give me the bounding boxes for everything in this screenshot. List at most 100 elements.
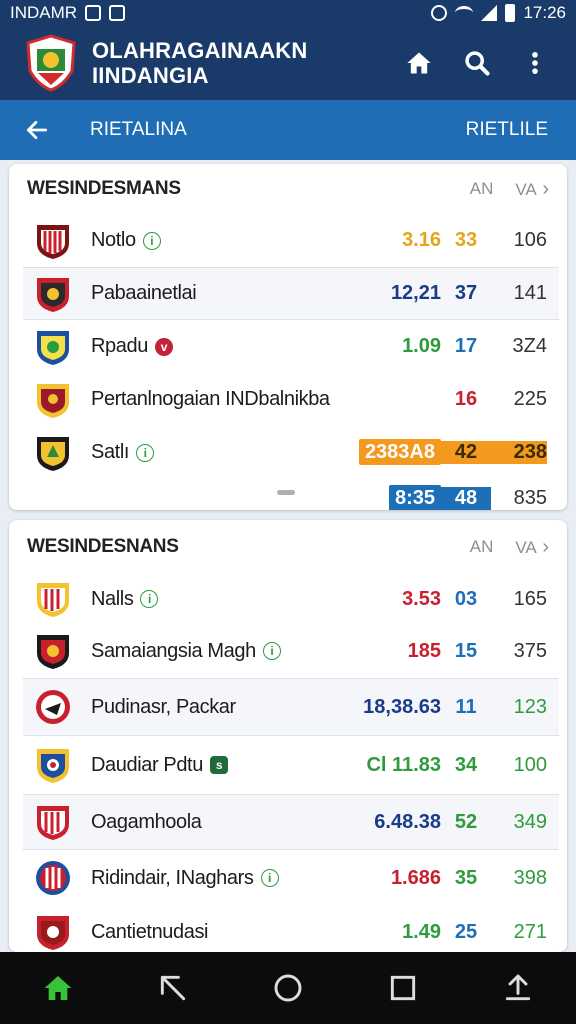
team-crest-icon <box>35 631 71 671</box>
info-icon[interactable]: i <box>142 231 161 250</box>
nav-share-button[interactable] <box>490 960 546 1016</box>
value-1: 6.48.38 <box>374 810 441 833</box>
alarm-icon <box>431 5 448 21</box>
team-name: Cantietnudasi <box>91 920 209 943</box>
info-icon[interactable]: i <box>260 869 279 887</box>
value-2: 17 <box>454 335 478 357</box>
team-name: Pudinasr, Packar <box>91 695 236 718</box>
table-row[interactable]: Daudiar Pdtu s Cl 11.83 34 100 <box>9 736 567 794</box>
back-gesture-icon <box>160 975 185 1001</box>
value-2: 33 <box>454 229 478 251</box>
value-2: 37 <box>454 282 478 304</box>
app-header: OLAHRAGAINAAKN IINDANGIA <box>0 26 576 100</box>
value-1: 12,21 <box>390 282 441 304</box>
drag-handle[interactable] <box>277 490 295 495</box>
table-row[interactable]: Pudinasr, Packar 18,38.63 11 123 <box>23 678 559 736</box>
column-header-va[interactable]: VA <box>515 178 549 201</box>
signal-icon <box>481 5 498 21</box>
value-3: 225 <box>513 388 547 410</box>
column-header-an: AN <box>469 179 494 198</box>
value-2: 11 <box>455 695 477 718</box>
table-row[interactable]: Pabaainetlai 12,21 37 141 <box>23 267 559 320</box>
team-name: Pabaainetlai <box>91 282 197 304</box>
value-3: 375 <box>513 639 547 662</box>
value-2: 52 <box>454 810 478 833</box>
value-1: 185 <box>407 639 441 662</box>
clock: 17:26 <box>523 3 566 22</box>
more-options-button[interactable] <box>512 40 558 86</box>
image-icon <box>109 5 126 21</box>
table-row[interactable]: Samaiangsia Magh i 185 15 375 <box>9 624 567 678</box>
home-circle-icon <box>274 974 302 1002</box>
team-name: Satlı i <box>91 441 359 464</box>
column-header-va[interactable]: VA <box>515 536 549 559</box>
info-icon[interactable]: i <box>262 642 281 660</box>
table-row[interactable]: Pertanlnogaian INDbalnikba 16 225 <box>9 373 567 426</box>
subheader-left-label: RIETALINA <box>90 119 187 140</box>
info-icon[interactable]: i <box>140 590 159 608</box>
table-row[interactable]: Nalls i 3.53 03 165 <box>9 574 567 624</box>
team-crest-icon <box>35 221 71 261</box>
highlight-pill: 8:35 <box>388 484 441 510</box>
team-crest-icon <box>35 327 71 367</box>
home-button[interactable] <box>396 40 442 86</box>
table-row[interactable]: Oagamhoola 6.48.38 52 349 <box>23 794 559 850</box>
subheader-right-label[interactable]: RIETLILE <box>466 119 548 141</box>
bottom-navigation <box>0 952 576 1024</box>
more-vertical-icon <box>532 52 538 74</box>
team-crest-icon <box>35 745 71 785</box>
table-row[interactable]: Cantietnudasi 1.49 25 271 <box>9 906 567 952</box>
standings-card-2: WESINDESNANS AN VA Nallsi 3.53 03 165 Sa… <box>9 520 567 952</box>
back-button[interactable] <box>22 115 52 145</box>
table-row[interactable]: Notlo i 3.16 33 106 <box>9 214 567 267</box>
team-name: Ridindair, INaghars i <box>91 867 361 890</box>
app-logo-icon <box>24 33 78 93</box>
value-1: 3.53 <box>402 587 441 610</box>
value-3: 271 <box>513 920 547 943</box>
value-3: 106 <box>513 229 547 251</box>
battery-icon <box>505 4 516 22</box>
value-1: 1.49 <box>402 920 441 943</box>
info-icon[interactable]: i <box>136 443 155 462</box>
share-icon <box>506 974 531 1001</box>
column-header-an: AN <box>469 537 494 556</box>
team-name: Notlo i <box>91 229 361 252</box>
status-icon[interactable]: s <box>209 756 228 774</box>
table-row[interactable]: Rpadu v 1.09 17 3Z4 <box>9 320 567 373</box>
value-3: 141 <box>513 282 547 304</box>
verified-icon[interactable]: v <box>154 337 173 356</box>
team-crest-icon <box>35 802 71 842</box>
value-2: 34 <box>454 753 478 776</box>
team-name: Oagamhoola <box>91 810 202 833</box>
team-crest-icon <box>35 579 71 619</box>
table-row[interactable]: Satlı i 2383A8 42 238 <box>9 426 567 479</box>
home-icon <box>44 976 71 1000</box>
value-3: 238 <box>491 441 547 464</box>
team-crest-icon <box>35 274 71 314</box>
team-name: Daudiar Pdtu s <box>91 754 361 777</box>
value-1: 8:35 <box>361 484 441 510</box>
value-3: 349 <box>513 810 547 833</box>
nav-back-button[interactable] <box>145 960 201 1016</box>
nav-home-circle-button[interactable] <box>260 960 316 1016</box>
value-2: 25 <box>454 920 478 943</box>
value-2: 48 <box>441 486 491 510</box>
value-2: 03 <box>454 587 478 610</box>
nav-home-button[interactable] <box>30 960 86 1016</box>
value-1: 1.686 <box>390 866 441 889</box>
status-bar: INDAMR 17:26 <box>0 0 576 26</box>
card-title: WESINDESMANS <box>27 178 181 199</box>
app-title: OLAHRAGAINAAKN IINDANGIA <box>92 38 308 88</box>
value-3: 123 <box>513 695 547 718</box>
value-1: 18,38.63 <box>363 695 441 718</box>
search-button[interactable] <box>454 40 500 86</box>
value-3: 835 <box>513 486 547 509</box>
nav-recents-button[interactable] <box>375 960 431 1016</box>
table-row[interactable]: Ridindair, INaghars i 1.686 35 398 <box>9 850 567 906</box>
notification-icon <box>85 5 102 21</box>
team-name: Rpadu v <box>91 335 361 358</box>
arrow-left-icon <box>26 121 48 139</box>
team-name: Nalls i <box>91 588 361 611</box>
card-header: WESINDESNANS AN VA <box>9 520 567 574</box>
team-name: Pertanlnogaian INDbalnikba <box>91 388 330 410</box>
